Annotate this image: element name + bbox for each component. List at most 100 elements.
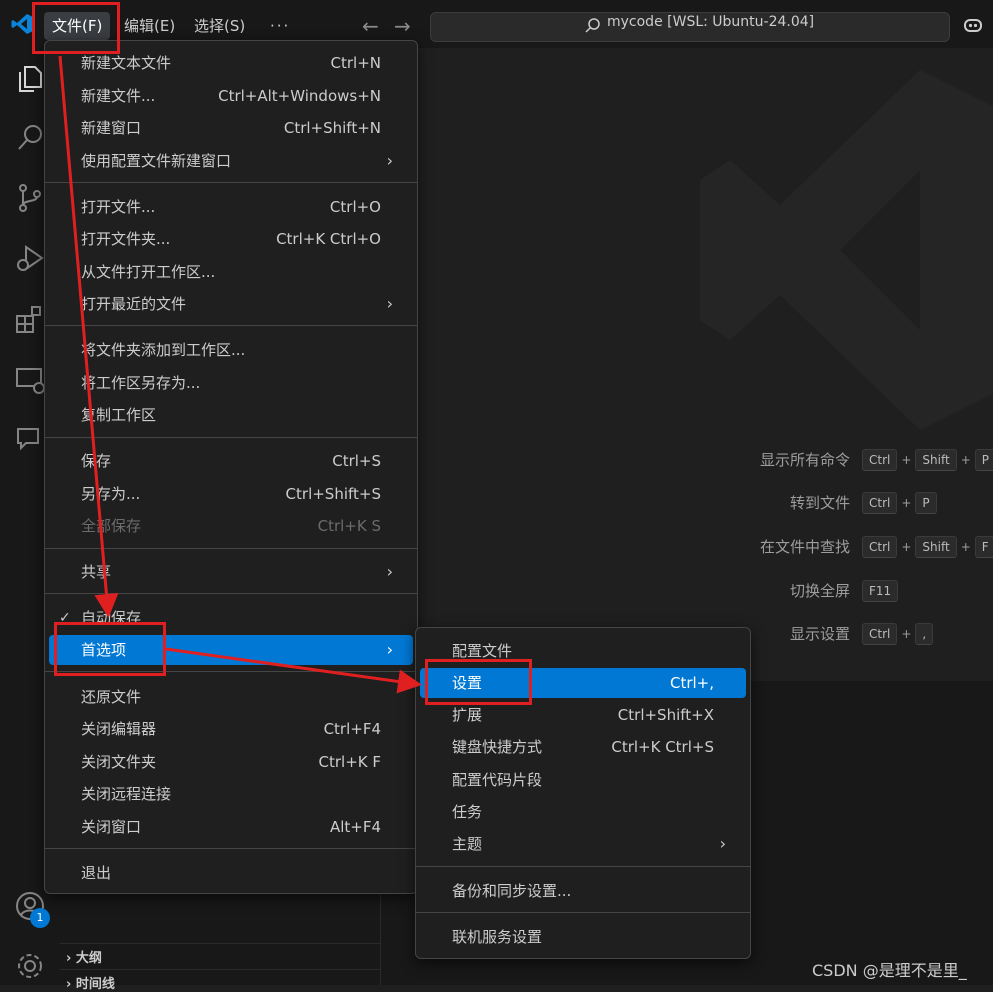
key-cap: F11 <box>862 580 899 602</box>
menu-separator <box>45 182 417 183</box>
menu-item: 全部保存 Ctrl+K S <box>49 511 413 541</box>
menu-item-label: 配置代码片段 <box>452 771 543 789</box>
menu-item-shortcut: Ctrl+K Ctrl+S <box>611 738 714 756</box>
chevron-right-icon: › <box>386 640 393 659</box>
menu-separator <box>45 548 417 549</box>
menu-item-label: 还原文件 <box>81 688 142 706</box>
back-arrow-icon[interactable]: ← <box>362 14 379 38</box>
key-cap: F <box>974 536 993 558</box>
menu-item-label: 主题 <box>452 835 483 853</box>
menu-item[interactable]: 打开文件夹... Ctrl+K Ctrl+O <box>49 224 413 254</box>
menu-item[interactable]: 打开最近的文件 › <box>49 289 413 319</box>
key-cap: P <box>974 449 993 471</box>
menu-item[interactable]: 关闭远程连接 <box>49 779 413 809</box>
shortcut-keys: Ctrl + Shift + P <box>862 449 993 471</box>
shortcut-label: 切换全屏 <box>789 582 850 600</box>
menu-item[interactable]: 配置代码片段 <box>420 765 746 795</box>
menu-separator <box>416 866 750 867</box>
menu-item-shortcut: Ctrl+K S <box>317 517 381 535</box>
menu-item[interactable]: 关闭编辑器 Ctrl+F4 <box>49 714 413 744</box>
run-debug-icon[interactable] <box>14 243 46 275</box>
menu-item-shortcut: Ctrl+K F <box>318 753 382 771</box>
menu-separator <box>416 912 750 913</box>
menu-item[interactable]: 使用配置文件新建窗口 › <box>49 146 413 176</box>
menu-item-label: 另存为... <box>81 485 141 503</box>
menu-item[interactable]: 键盘快捷方式 Ctrl+K Ctrl+S <box>420 732 746 762</box>
menu-item[interactable]: 新建文件... Ctrl+Alt+Windows+N <box>49 81 413 111</box>
file-menu: 新建文本文件 Ctrl+N 新建文件... Ctrl+Alt+Windows+N 新建窗… <box>44 40 418 894</box>
extensions-icon[interactable] <box>14 303 46 335</box>
menu-item[interactable]: 联机服务设置 <box>420 922 746 952</box>
csdn-watermark: CSDN @是理不是里_ <box>812 961 967 980</box>
search-view-icon[interactable] <box>14 122 46 154</box>
remote-explorer-icon[interactable] <box>14 364 46 396</box>
menu-item-label: 将工作区另存为... <box>81 374 201 392</box>
annotation-box-settings <box>425 659 532 705</box>
menu-item-label: 关闭编辑器 <box>81 720 157 738</box>
menu-item[interactable]: 关闭文件夹 Ctrl+K F <box>49 747 413 777</box>
menu-item-label: 键盘快捷方式 <box>452 738 543 756</box>
shortcut-keys: F11 <box>862 580 899 602</box>
chat-icon[interactable] <box>14 424 46 456</box>
menu-item[interactable]: 任务 <box>420 797 746 827</box>
menu-item[interactable]: 新建窗口 Ctrl+Shift+N <box>49 113 413 143</box>
shortcut-row[interactable]: 转到文件 <box>600 492 850 514</box>
key-plus: + <box>901 453 912 467</box>
menu-item[interactable]: 复制工作区 <box>49 400 413 430</box>
shortcut-row[interactable]: 切换全屏 <box>600 580 850 602</box>
menu-item-shortcut: Ctrl+N <box>330 54 381 72</box>
menu-item[interactable]: 退出 <box>49 858 413 888</box>
vscode-logo-icon <box>11 14 32 34</box>
menu-item[interactable]: 将文件夹添加到工作区... <box>49 335 413 365</box>
menu-item-label: 全部保存 <box>81 517 142 535</box>
explorer-icon[interactable] <box>14 62 46 94</box>
menu-item[interactable]: 关闭窗口 Alt+F4 <box>49 812 413 842</box>
menu-item-label: 任务 <box>452 803 483 821</box>
menu-item-label: 共享 <box>81 563 112 581</box>
menu-item-label: 打开最近的文件 <box>81 295 187 313</box>
source-control-icon[interactable] <box>14 182 46 214</box>
menu-item-shortcut: Ctrl+Alt+Windows+N <box>218 87 381 105</box>
menu-item[interactable]: 从文件打开工作区... <box>49 257 413 287</box>
shortcut-label: 在文件中查找 <box>759 538 850 556</box>
menu-selection[interactable]: 选择(S) <box>186 12 253 40</box>
menu-item-shortcut: Ctrl+S <box>332 452 381 470</box>
key-plus: + <box>901 627 912 641</box>
key-cap: Ctrl <box>862 449 898 471</box>
annotation-box-preferences <box>54 622 166 676</box>
menu-item[interactable]: 还原文件 <box>49 682 413 712</box>
outline-label: 大纲 <box>75 951 102 966</box>
sidebar-divider <box>60 969 380 970</box>
search-icon <box>585 18 600 33</box>
menu-item-label: 联机服务设置 <box>452 928 543 946</box>
key-plus: + <box>960 453 971 467</box>
outline-section[interactable]: › 大纲 <box>66 947 102 966</box>
shortcut-row[interactable]: 显示所有命令 <box>600 449 850 471</box>
forward-arrow-icon[interactable]: → <box>394 14 411 38</box>
settings-gear-icon[interactable] <box>14 950 46 982</box>
chevron-right-icon: › <box>386 562 393 581</box>
menu-item-label: 从文件打开工作区... <box>81 263 216 281</box>
vscode-watermark-icon <box>700 70 993 430</box>
accounts-badge: 1 <box>30 908 50 928</box>
shortcut-label: 显示设置 <box>789 625 850 643</box>
menu-more[interactable]: ··· <box>262 12 298 40</box>
search-text: mycode [WSL: Ubuntu-24.04] <box>607 14 815 30</box>
menu-item[interactable]: 主题 › <box>420 829 746 859</box>
menu-item[interactable]: 将工作区另存为... <box>49 368 413 398</box>
chevron-right-icon: › <box>719 834 726 853</box>
menu-item[interactable]: 另存为... Ctrl+Shift+S <box>49 479 413 509</box>
menu-item[interactable]: 保存 Ctrl+S <box>49 446 413 476</box>
menu-item[interactable]: 共享 › <box>49 557 413 587</box>
shortcut-row[interactable]: 在文件中查找 <box>600 536 850 558</box>
timeline-section[interactable]: › 时间线 <box>66 973 115 992</box>
key-plus: + <box>960 540 971 554</box>
copilot-icon[interactable] <box>962 14 984 36</box>
menu-item[interactable]: 备份和同步设置... <box>420 876 746 906</box>
menu-item[interactable]: 打开文件... Ctrl+O <box>49 192 413 222</box>
key-plus: + <box>901 496 912 510</box>
menu-edit[interactable]: 编辑(E) <box>116 12 183 40</box>
key-cap: Shift <box>915 536 957 558</box>
menu-item-shortcut: Ctrl+F4 <box>323 720 381 738</box>
menu-item-shortcut: Ctrl+K Ctrl+O <box>276 230 381 248</box>
